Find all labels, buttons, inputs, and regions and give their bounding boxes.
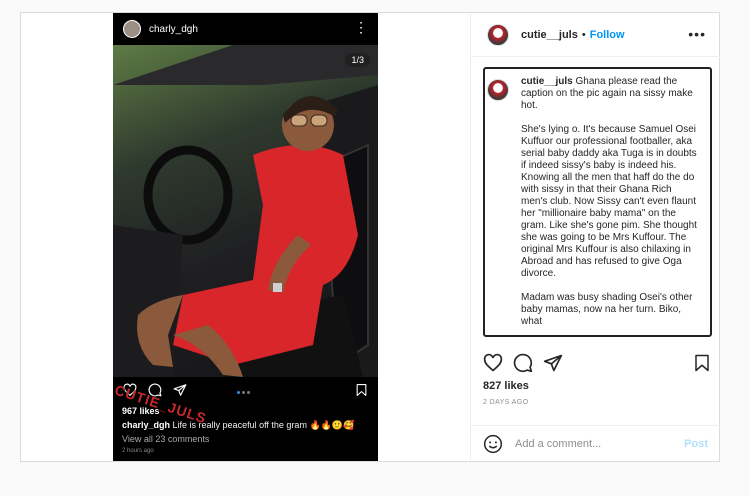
author-username[interactable]: cutie__juls [521,29,578,41]
share-icon [173,384,187,396]
share-icon[interactable] [543,353,563,373]
screenshot-avatar [123,20,141,38]
comment-icon[interactable] [513,353,533,373]
screenshot-username: charly_dgh [149,23,198,35]
add-comment-bar: Post [471,425,720,461]
post-button[interactable]: Post [684,438,708,450]
bookmark-icon [356,384,367,396]
post-media[interactable]: charly_dgh ⋮ 1/3 967 likes charly_dgh Li… [21,13,470,461]
heart-icon[interactable] [483,353,503,373]
bookmark-icon[interactable] [693,353,711,373]
post-header: cutie__juls • Follow ••• [471,13,720,57]
more-icon[interactable]: ••• [688,26,706,42]
action-bar [471,347,720,377]
post-age[interactable]: 2 DAYS AGO [483,399,529,406]
separator-dot: • [581,28,586,41]
screenshot-caption: charly_dgh Life is really peaceful off t… [122,420,354,431]
more-icon: ⋮ [354,19,368,35]
likes-count[interactable]: 827 likes [483,380,529,392]
caption-avatar[interactable] [487,79,509,101]
slide-counter: 1/3 [345,53,370,67]
avatar[interactable] [487,23,509,46]
post-sidebar: cutie__juls • Follow ••• cutie__juls Gha… [470,13,720,461]
caption-scroll-area[interactable]: cutie__juls Ghana please read the captio… [483,67,712,337]
screenshot-view-comments: View all 23 comments [122,434,210,444]
post-card: charly_dgh ⋮ 1/3 967 likes charly_dgh Li… [20,12,720,462]
caption-username[interactable]: cutie__juls [521,76,573,87]
caption-intro: cutie__juls Ghana please read the captio… [521,76,700,112]
caption-paragraph-1: She's lying o. It's because Samuel Osei … [521,124,697,279]
woman-in-car-photo: 1/3 [113,45,378,377]
screenshot-caption-user: charly_dgh [122,420,171,430]
follow-button[interactable]: Follow [590,29,625,41]
comment-input[interactable] [515,437,675,450]
screenshot-time: 2 hours ago [122,448,154,454]
photo-illustration [113,45,378,377]
screenshot-header: charly_dgh ⋮ [113,13,378,45]
carousel-dots [237,391,250,394]
emoji-icon[interactable] [483,434,503,454]
caption-paragraph-2: Madam was busy shading Osei's other baby… [521,292,693,327]
